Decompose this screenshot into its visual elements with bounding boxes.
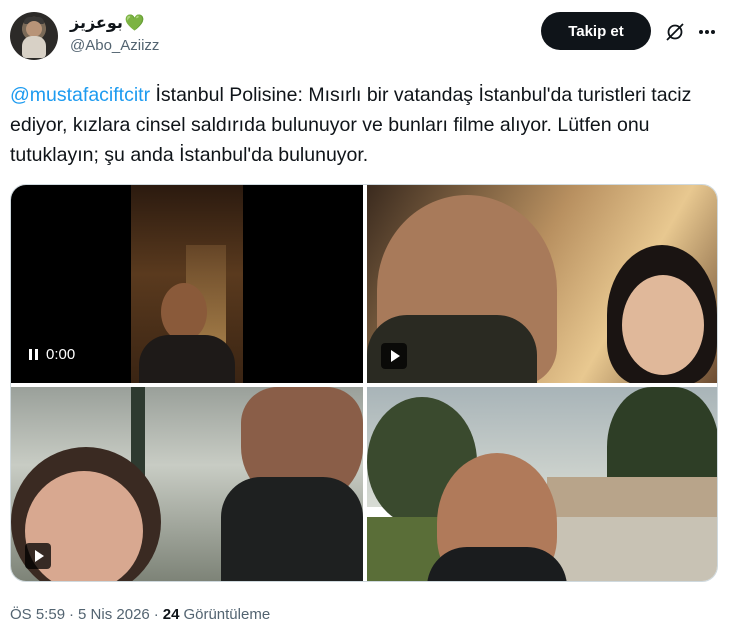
more-icon[interactable] — [696, 21, 718, 43]
media-grid: 0:00 — [10, 184, 718, 582]
separator-dot: · — [153, 606, 159, 623]
video-4[interactable] — [367, 387, 717, 581]
tweet-meta: ÖS 5:59 · 5 Nis 2026 · 24 Görüntüleme — [10, 606, 270, 623]
grok-icon[interactable] — [664, 21, 686, 43]
tweet-time[interactable]: ÖS 5:59 — [10, 606, 65, 623]
tweet-text: @mustafaciftcitr İstanbul Polisine: Mısı… — [10, 80, 710, 170]
play-icon[interactable] — [381, 343, 407, 369]
video-3[interactable] — [11, 387, 363, 581]
display-name[interactable]: بوعزيز 💚 — [70, 14, 159, 34]
video-1[interactable]: 0:00 — [11, 185, 363, 383]
video-time: 0:00 — [46, 345, 76, 363]
play-icon[interactable] — [25, 543, 51, 569]
separator-dot: · — [69, 606, 75, 623]
views-label: Görüntüleme — [183, 606, 271, 623]
green-heart-emoji: 💚 — [124, 15, 145, 32]
tweet-header: بوعزيز 💚 @Abo_Aziizz Takip et — [10, 10, 720, 62]
follow-button[interactable]: Takip et — [541, 12, 651, 50]
avatar[interactable] — [10, 12, 58, 60]
pause-icon[interactable] — [29, 348, 38, 360]
handle[interactable]: @Abo_Aziizz — [70, 36, 159, 56]
display-name-text[interactable]: بوعزيز — [70, 14, 123, 34]
video-controls[interactable]: 0:00 — [29, 343, 75, 365]
author-names: بوعزيز 💚 @Abo_Aziizz — [70, 14, 159, 56]
tweet-date[interactable]: 5 Nis 2026 — [78, 606, 150, 623]
video-2[interactable] — [367, 185, 717, 383]
views-count: 24 — [162, 606, 180, 623]
mention-link[interactable]: @mustafaciftcitr — [10, 84, 150, 106]
